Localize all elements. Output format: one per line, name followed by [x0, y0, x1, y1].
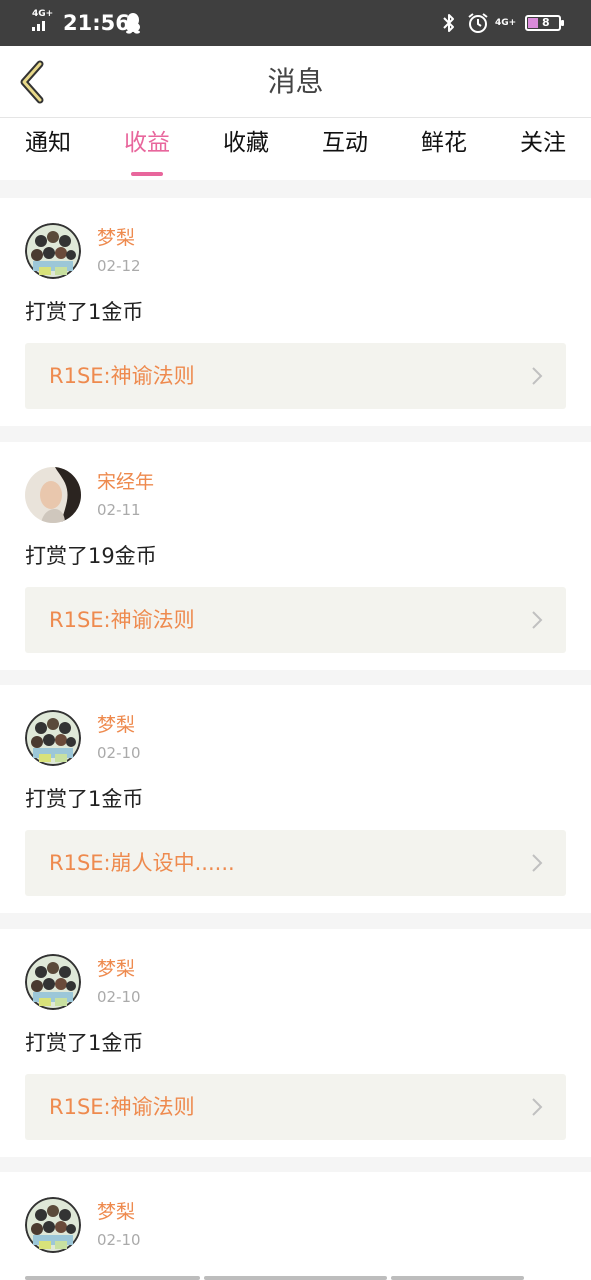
network-type-label-right: 4G+: [495, 18, 517, 28]
scroll-placeholder-bar: [204, 1276, 387, 1280]
work-link[interactable]: R1SE:神谕法则: [25, 1074, 566, 1140]
tab-following[interactable]: 关注: [503, 126, 583, 176]
work-title: R1SE:神谕法则: [49, 1095, 195, 1119]
work-title: R1SE:神谕法则: [49, 608, 195, 632]
reward-text: 打赏了1金币: [25, 787, 144, 811]
message-card: 梦梨 02-12 打赏了1金币 R1SE:神谕法则: [0, 198, 591, 426]
signal-icon: 4G+: [32, 9, 54, 33]
work-title: R1SE:神谕法则: [49, 364, 195, 388]
tab-flowers[interactable]: 鲜花: [404, 126, 484, 176]
sender-name[interactable]: 梦梨: [97, 957, 135, 981]
battery-icon: 8: [525, 15, 564, 31]
avatar[interactable]: [25, 710, 81, 766]
message-date: 02-10: [97, 1231, 141, 1249]
work-title: R1SE:崩人设中......: [49, 851, 235, 875]
message-date: 02-10: [97, 988, 141, 1006]
message-card: 梦梨 02-10 打赏了1金币 R1SE:崩人设中......: [0, 685, 591, 913]
tab-notifications[interactable]: 通知: [8, 126, 88, 176]
avatar[interactable]: [25, 954, 81, 1010]
chevron-right-icon: [532, 1098, 543, 1116]
alarm-icon: [467, 12, 488, 34]
message-list[interactable]: 梦梨 02-12 打赏了1金币 R1SE:神谕法则 宋经年 02-11 打赏了1…: [0, 180, 591, 1280]
avatar[interactable]: [25, 1197, 81, 1253]
qq-icon: [125, 12, 141, 34]
nav-bar: 消息: [0, 46, 591, 118]
scroll-placeholder-bar: [25, 1276, 200, 1280]
battery-level: 8: [542, 16, 550, 29]
sender-name[interactable]: 梦梨: [97, 713, 135, 737]
tab-bar: 通知 收益 收藏 互动 鲜花 关注: [0, 118, 591, 180]
active-tab-indicator: [131, 172, 163, 176]
chevron-right-icon: [532, 367, 543, 385]
chevron-right-icon: [532, 854, 543, 872]
work-link[interactable]: R1SE:神谕法则: [25, 343, 566, 409]
tab-earnings[interactable]: 收益: [107, 126, 187, 176]
message-card: 梦梨 02-10 打赏了1金币 R1SE:神谕法则: [0, 929, 591, 1157]
status-time: 21:56: [63, 11, 130, 35]
network-type-label: 4G+: [32, 9, 54, 19]
reward-text: 打赏了1金币: [25, 1031, 144, 1055]
work-link[interactable]: R1SE:崩人设中......: [25, 830, 566, 896]
message-date: 02-10: [97, 744, 141, 762]
message-date: 02-12: [97, 257, 141, 275]
status-bar: 4G+ 21:56 4G+ 8: [0, 0, 591, 46]
bluetooth-icon: [439, 12, 459, 34]
reward-text: 打赏了19金币: [25, 544, 157, 568]
message-date: 02-11: [97, 501, 141, 519]
sender-name[interactable]: 梦梨: [97, 226, 135, 250]
sender-name[interactable]: 梦梨: [97, 1200, 135, 1224]
tab-favorites[interactable]: 收藏: [206, 126, 286, 176]
message-card: 梦梨 02-10: [0, 1172, 591, 1280]
avatar[interactable]: [25, 223, 81, 279]
scroll-placeholder-bar: [391, 1276, 524, 1280]
page-title: 消息: [267, 65, 324, 98]
sender-name[interactable]: 宋经年: [97, 470, 154, 494]
message-card: 宋经年 02-11 打赏了19金币 R1SE:神谕法则: [0, 442, 591, 670]
avatar[interactable]: [25, 467, 81, 523]
work-link[interactable]: R1SE:神谕法则: [25, 587, 566, 653]
tab-interactions[interactable]: 互动: [305, 126, 385, 176]
chevron-right-icon: [532, 611, 543, 629]
reward-text: 打赏了1金币: [25, 300, 144, 324]
